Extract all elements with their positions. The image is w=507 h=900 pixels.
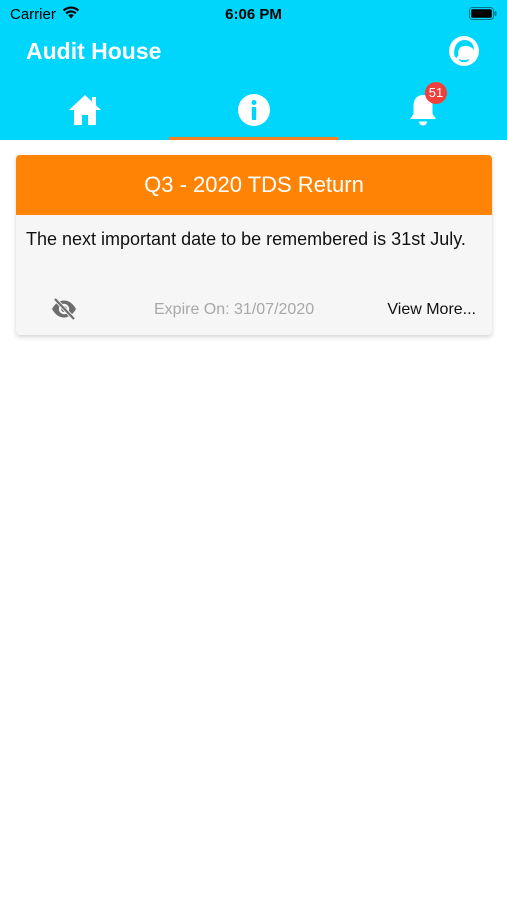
tab-notifications[interactable] [338, 80, 507, 140]
view-more-link[interactable]: View More... [387, 301, 476, 319]
tab-home[interactable] [0, 80, 169, 140]
notification-badge: 51 [425, 82, 447, 104]
app-header: Carrier 6:06 PM Audit House 51 [0, 0, 507, 140]
notice-card[interactable]: Q3 - 2020 TDS Return The next important … [16, 155, 492, 335]
home-icon [68, 95, 101, 125]
eye-off-icon[interactable] [50, 297, 78, 326]
expiry-date: Expire On: 31/07/2020 [154, 301, 315, 318]
info-icon [237, 94, 270, 126]
card-footer: Expire On: 31/07/2020 View More... [16, 295, 492, 325]
user-avatar-icon [449, 36, 479, 66]
card-body: The next important date to be remembered… [26, 229, 466, 249]
profile-button[interactable] [447, 34, 481, 68]
clock: 6:06 PM [225, 6, 282, 23]
active-tab-indicator [169, 137, 338, 140]
card-title: Q3 - 2020 TDS Return [16, 155, 492, 215]
status-bar: Carrier 6:06 PM [0, 0, 507, 28]
battery-icon [469, 7, 497, 24]
tab-info[interactable] [169, 80, 338, 140]
app-title: Audit House [26, 38, 162, 64]
